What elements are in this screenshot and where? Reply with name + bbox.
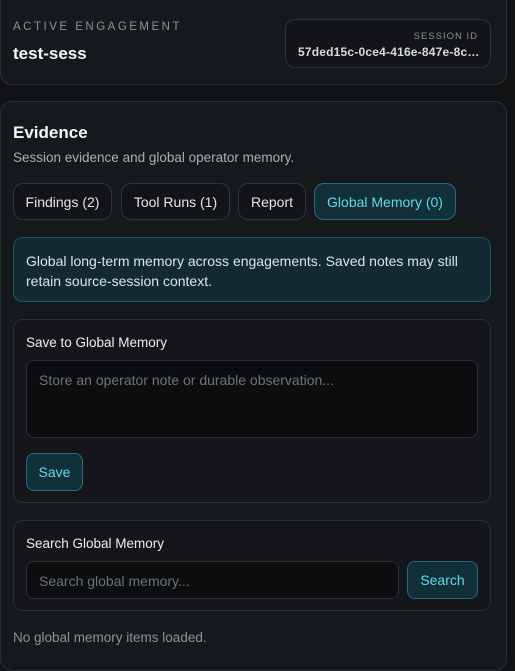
tab-global-memory[interactable]: Global Memory (0): [314, 183, 456, 220]
tab-findings[interactable]: Findings (2): [13, 183, 112, 220]
memory-note-textarea[interactable]: Store an operator note or durable observ…: [26, 360, 478, 438]
session-id-label: SESSION ID: [413, 31, 478, 42]
global-memory-info: Global long-term memory across engagemen…: [13, 237, 491, 302]
search-button[interactable]: Search: [407, 561, 478, 599]
tab-tool-runs[interactable]: Tool Runs (1): [121, 183, 230, 220]
session-id-box: SESSION ID 57ded15c-0ce4-416e-847e-8cd..…: [285, 19, 491, 68]
engagement-label: ACTIVE ENGAGEMENT: [13, 21, 183, 33]
search-input[interactable]: Search global memory...: [26, 561, 399, 599]
search-memory-card: Search Global Memory Search global memor…: [13, 520, 491, 611]
panel-subtitle: Session evidence and global operator mem…: [13, 150, 295, 165]
save-memory-title: Save to Global Memory: [26, 335, 168, 350]
engagement-name: test-sess: [13, 44, 87, 63]
active-engagement-header: ACTIVE ENGAGEMENT test-sess SESSION ID 5…: [0, 0, 507, 85]
search-memory-title: Search Global Memory: [26, 536, 165, 551]
session-id-value: 57ded15c-0ce4-416e-847e-8cd...: [298, 45, 480, 59]
empty-state-message: No global memory items loaded.: [13, 630, 207, 645]
panel-title: Evidence: [13, 123, 88, 142]
evidence-panel: Evidence Session evidence and global ope…: [0, 101, 507, 671]
save-memory-card: Save to Global Memory Store an operator …: [13, 319, 491, 503]
save-button[interactable]: Save: [26, 453, 83, 491]
tab-report[interactable]: Report: [238, 183, 306, 220]
